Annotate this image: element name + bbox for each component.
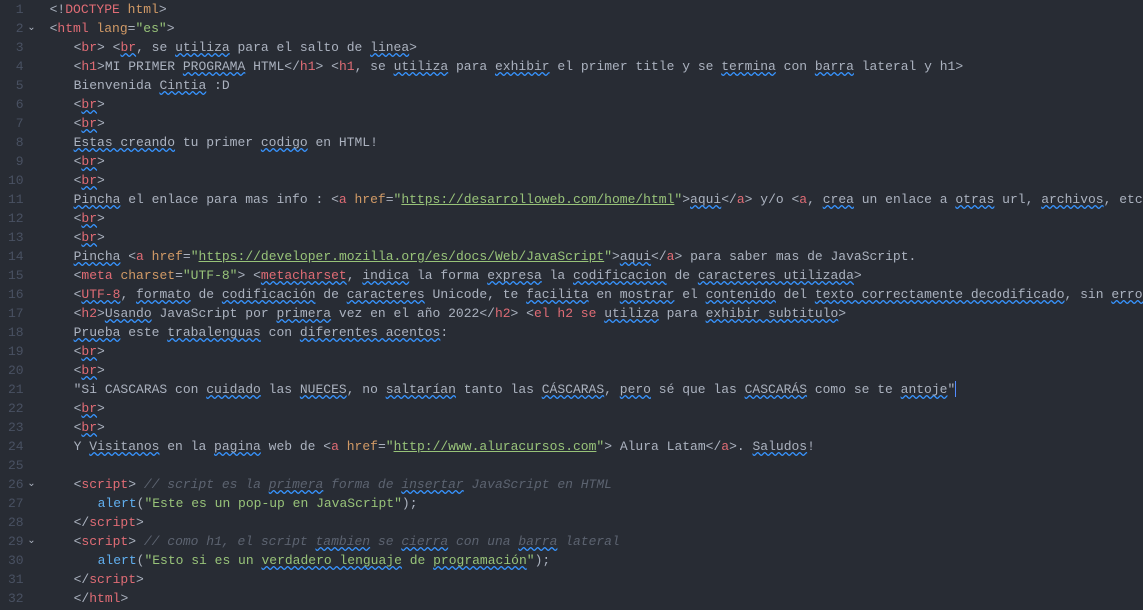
line-number: 4 [8, 57, 24, 76]
line-number: 21 [8, 380, 24, 399]
line-number: 23 [8, 418, 24, 437]
line-number: 11 [8, 190, 24, 209]
code-line: "Si CASCARAS con cuidado las NUECES, no … [50, 380, 1143, 399]
code-line: <script> // como h1, el script tambien s… [50, 532, 1143, 551]
code-line: <script> // script es la primera forma d… [50, 475, 1143, 494]
line-number: 26⌄ [8, 475, 24, 494]
text-cursor [955, 381, 956, 397]
line-number: 8 [8, 133, 24, 152]
code-line: <br> [50, 95, 1143, 114]
chevron-down-icon[interactable]: ⌄ [27, 475, 35, 494]
code-line: <br> [50, 399, 1143, 418]
code-line: alert("Este es un pop-up en JavaScript")… [50, 494, 1143, 513]
line-number: 1 [8, 0, 24, 19]
line-number: 10 [8, 171, 24, 190]
code-line: <br> <br, se utiliza para el salto de li… [50, 38, 1143, 57]
code-line: <br> [50, 361, 1143, 380]
code-line: Pincha <a href="https://developer.mozill… [50, 247, 1143, 266]
line-number: 27 [8, 494, 24, 513]
code-line: <html lang="es"> [50, 19, 1143, 38]
line-number: 12 [8, 209, 24, 228]
code-line [50, 456, 1143, 475]
code-line: <UTF-8, formato de codificación de carac… [50, 285, 1143, 304]
code-line: Y Visitanos en la pagina web de <a href=… [50, 437, 1143, 456]
code-line: <br> [50, 228, 1143, 247]
line-number: 32 [8, 589, 24, 608]
code-line: <!DOCTYPE html> [50, 0, 1143, 19]
code-line: <br> [50, 152, 1143, 171]
code-line: <h1>MI PRIMER PROGRAMA HTML</h1> <h1, se… [50, 57, 1143, 76]
code-content[interactable]: <!DOCTYPE html> <html lang="es"> <br> <b… [38, 0, 1143, 610]
line-number: 30 [8, 551, 24, 570]
code-line: Bienvenida Cintia :D [50, 76, 1143, 95]
chevron-down-icon[interactable]: ⌄ [27, 532, 35, 551]
code-line: </script> [50, 570, 1143, 589]
line-number: 25 [8, 456, 24, 475]
code-line: </script> [50, 513, 1143, 532]
line-number: 13 [8, 228, 24, 247]
code-line: <br> [50, 171, 1143, 190]
line-number: 7 [8, 114, 24, 133]
line-number: 24 [8, 437, 24, 456]
line-number: 2⌄ [8, 19, 24, 38]
line-number: 14 [8, 247, 24, 266]
code-line: <br> [50, 114, 1143, 133]
code-line: Prueba este trabalenguas con diferentes … [50, 323, 1143, 342]
line-number: 20 [8, 361, 24, 380]
code-line: </html> [50, 589, 1143, 608]
line-number: 28 [8, 513, 24, 532]
code-line: <h2>Usando JavaScript por primera vez en… [50, 304, 1143, 323]
code-line: <meta charset="UTF-8"> <metacharset, ind… [50, 266, 1143, 285]
code-line: Estas creando tu primer codigo en HTML! [50, 133, 1143, 152]
line-number: 18 [8, 323, 24, 342]
chevron-down-icon[interactable]: ⌄ [27, 19, 35, 38]
line-number: 9 [8, 152, 24, 171]
line-number-gutter: 1 2⌄ 3 4 5 6 7 8 9 10 11 12 13 14 15 16 … [0, 0, 38, 610]
line-number: 31 [8, 570, 24, 589]
line-number: 17 [8, 304, 24, 323]
line-number: 19 [8, 342, 24, 361]
code-line: <br> [50, 418, 1143, 437]
code-line: Pincha el enlace para mas info : <a href… [50, 190, 1143, 209]
line-number: 22 [8, 399, 24, 418]
line-number: 15 [8, 266, 24, 285]
line-number: 3 [8, 38, 24, 57]
line-number: 5 [8, 76, 24, 95]
line-number: 29⌄ [8, 532, 24, 551]
code-line: <br> [50, 209, 1143, 228]
code-editor[interactable]: 1 2⌄ 3 4 5 6 7 8 9 10 11 12 13 14 15 16 … [0, 0, 1143, 610]
code-line: <br> [50, 342, 1143, 361]
line-number: 6 [8, 95, 24, 114]
line-number: 16 [8, 285, 24, 304]
code-line: alert("Esto si es un verdadero lenguaje … [50, 551, 1143, 570]
